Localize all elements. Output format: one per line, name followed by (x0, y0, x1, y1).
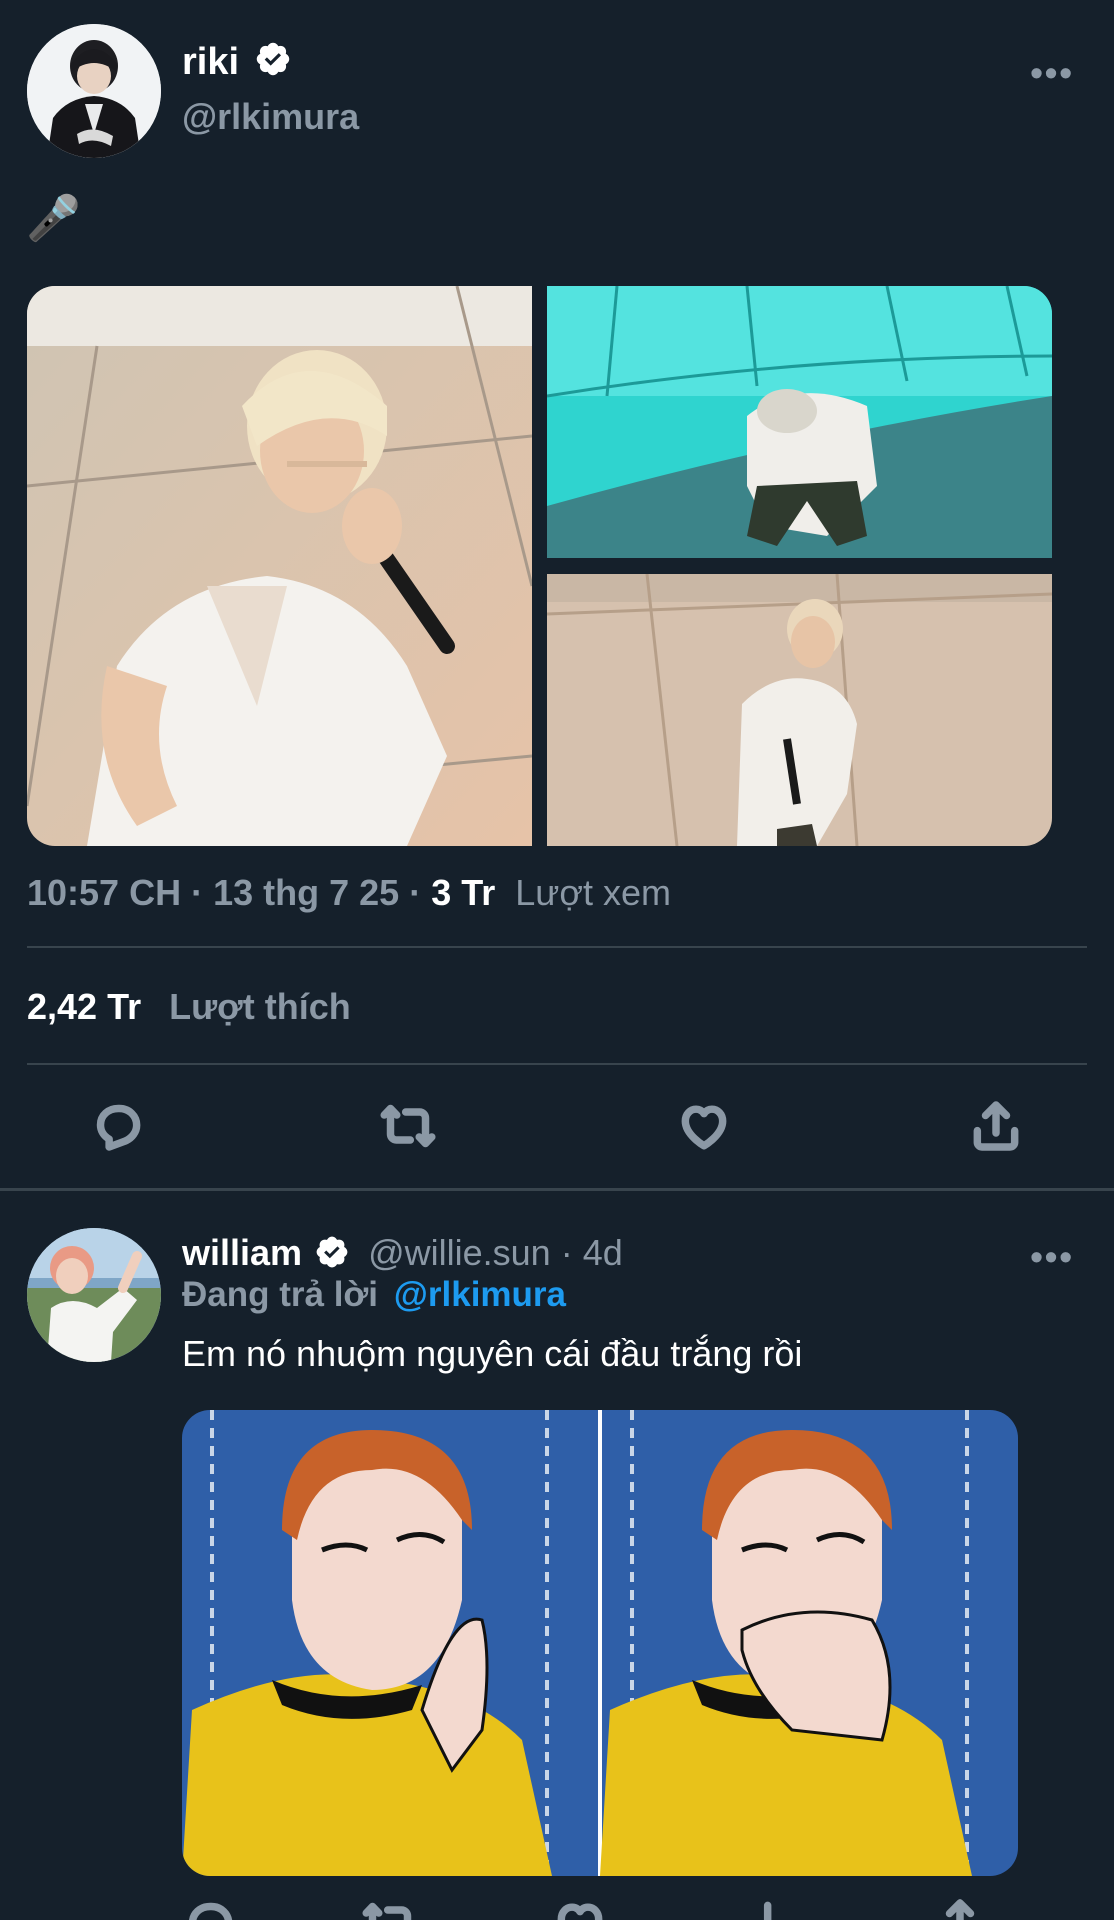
author-name-row: riki (182, 40, 292, 88)
retweet-icon[interactable] (380, 1098, 436, 1154)
author-handle[interactable]: @rlkimura (182, 96, 359, 138)
tweet-time[interactable]: 10:57 CH (27, 872, 181, 913)
meta-separator: · (560, 1232, 583, 1273)
tweet-date[interactable]: 13 thg 7 25 (213, 872, 399, 913)
tweet-meta-row: 10:57 CH · 13 thg 7 25 · 3 Tr Lượt xem (27, 872, 671, 914)
tweet-text: 🎤 (26, 194, 81, 243)
thread-separator (0, 1188, 1114, 1191)
share-icon[interactable] (968, 1098, 1024, 1154)
divider (27, 1063, 1087, 1065)
reply-age: 4d (582, 1232, 623, 1273)
meta-separator: · (409, 872, 432, 913)
author-display-name[interactable]: riki (182, 41, 239, 83)
retweet-icon[interactable] (362, 1896, 418, 1920)
reply-author-avatar[interactable] (27, 1228, 161, 1362)
likes-label: Lượt thích (169, 986, 351, 1027)
views-icon[interactable] (742, 1896, 798, 1920)
tweet-photo-3[interactable] (547, 574, 1052, 846)
reply-action-bar (182, 1896, 1018, 1920)
reply-header-row: william @willie.sun · 4d (182, 1232, 623, 1279)
verified-badge-icon (314, 1234, 350, 1279)
reply-icon[interactable] (182, 1896, 238, 1920)
reply-text: Em nó nhuộm nguyên cái đầu trắng rồi (182, 1333, 803, 1374)
more-icon[interactable]: ••• (1030, 52, 1074, 94)
meta-separator: · (191, 872, 214, 913)
divider (27, 946, 1087, 948)
reply-icon[interactable] (90, 1098, 146, 1154)
replying-to-row: Đang trả lời @rlkimura (182, 1275, 566, 1315)
likes-count: 2,42 Tr (27, 986, 142, 1027)
reply-handle[interactable]: @willie.sun (368, 1232, 551, 1273)
like-icon[interactable] (676, 1098, 732, 1154)
likes-row[interactable]: 2,42 Tr Lượt thích (27, 986, 351, 1028)
reply-display-name[interactable]: william (182, 1232, 302, 1273)
tweet-photo-1[interactable] (27, 286, 532, 846)
tweet-photo-2[interactable] (547, 286, 1052, 558)
more-icon[interactable]: ••• (1030, 1236, 1074, 1278)
share-icon[interactable] (932, 1896, 988, 1920)
like-icon[interactable] (552, 1896, 608, 1920)
replying-prefix: Đang trả lời (182, 1275, 379, 1314)
views-label: Lượt xem (515, 872, 672, 913)
replying-to-link[interactable]: @rlkimura (394, 1275, 566, 1314)
views-count: 3 Tr (431, 872, 496, 913)
verified-badge-icon (254, 40, 292, 88)
reply-media-image[interactable] (182, 1410, 1018, 1876)
author-avatar[interactable] (27, 24, 161, 158)
